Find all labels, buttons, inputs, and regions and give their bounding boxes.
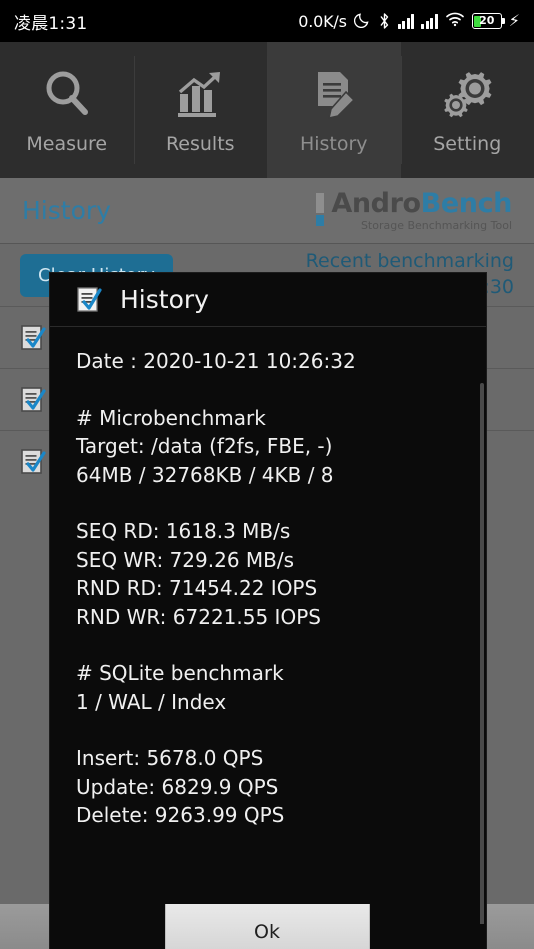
androbench-logo: AndroBench Storage Benchmarking Tool — [316, 190, 512, 232]
signal-bars-icon — [421, 13, 438, 29]
tab-setting-label: Setting — [433, 133, 502, 155]
document-pencil-icon — [306, 65, 362, 123]
dialog-line-micro-head: # Microbenchmark — [76, 405, 266, 430]
magnifier-icon — [39, 65, 95, 123]
moon-icon — [353, 11, 371, 32]
dialog-button-bar: Ok — [0, 904, 534, 949]
dialog-line-params: 64MB / 32768KB / 4KB / 8 — [76, 462, 334, 487]
signal-bars-icon — [397, 13, 415, 29]
tab-results-label: Results — [165, 133, 235, 155]
logo-tagline: Storage Benchmarking Tool — [360, 218, 512, 232]
gears-icon — [439, 65, 495, 123]
dialog-line-seq-rd: SEQ RD: 1618.3 MB/s — [76, 519, 291, 544]
dialog-line-date: Date : 2020-10-21 10:26:32 — [76, 349, 356, 373]
dialog-title: History — [120, 285, 209, 314]
dialog-line-seq-wr: SEQ WR: 729.26 MB/s — [76, 547, 295, 572]
dialog-header: History — [50, 273, 486, 327]
battery-icon: 20 — [471, 13, 505, 29]
dialog-body[interactable]: Date : 2020-10-21 10:26:32 # Microbenchm… — [50, 327, 486, 924]
dialog-line-target: Target: /data (f2fs, FBE, -) — [76, 434, 333, 459]
wifi-icon — [445, 11, 465, 31]
dialog-line-delete: Delete: 9263.99 QPS — [76, 803, 285, 828]
dialog-line-sqlite-head: # SQLite benchmark — [76, 661, 284, 686]
tab-setting[interactable]: Setting — [400, 42, 534, 178]
tab-history-label: History — [299, 133, 368, 155]
logo-text-andro: Andro — [331, 187, 421, 219]
bar-chart-arrow-icon — [172, 65, 228, 123]
battery-level-text: 20 — [479, 14, 495, 27]
tab-history[interactable]: History — [267, 42, 401, 178]
app-header: History AndroBench Storage Benchmarking … — [0, 178, 534, 244]
bluetooth-icon — [378, 12, 391, 30]
top-tab-bar: Measure Results History Setting — [0, 42, 534, 178]
dialog-line-sqlite-mode: 1 / WAL / Index — [76, 689, 227, 714]
document-check-icon — [20, 324, 46, 352]
ok-button[interactable]: Ok — [164, 904, 370, 949]
dialog-spacer — [76, 489, 460, 517]
tab-results[interactable]: Results — [133, 42, 268, 178]
dialog-spacer — [76, 631, 460, 659]
network-speed-text: 0.0K/s — [298, 11, 347, 31]
logo-marks-icon — [316, 190, 325, 226]
phone-screen: 凌晨1:31 0.0K/s 20 ⚡ Measure Results Histo… — [0, 0, 534, 949]
status-clock: 凌晨1:31 — [14, 13, 88, 34]
dialog-spacer — [76, 716, 460, 744]
dialog-line-insert: Insert: 5678.0 QPS — [76, 746, 264, 771]
document-check-icon — [20, 386, 46, 414]
dialog-line-update: Update: 6829.9 QPS — [76, 774, 279, 799]
dialog-spacer — [76, 375, 460, 403]
dialog-line-rnd-rd: RND RD: 71454.22 IOPS — [76, 576, 318, 601]
dialog-line-rnd-wr: RND WR: 67221.55 IOPS — [76, 604, 321, 629]
tab-measure[interactable]: Measure — [0, 42, 134, 178]
recent-benchmarking-label: Recent benchmarking — [305, 250, 514, 273]
history-detail-dialog: History Date : 2020-10-21 10:26:32 # Mic… — [50, 273, 486, 949]
scrollbar-thumb[interactable] — [480, 383, 484, 924]
dialog-scrollbar[interactable] — [480, 383, 484, 924]
status-bar: 凌晨1:31 0.0K/s 20 ⚡ — [0, 0, 534, 42]
tab-measure-label: Measure — [26, 133, 108, 155]
logo-text-bench: Bench — [420, 187, 513, 219]
document-check-icon — [76, 286, 102, 314]
document-check-icon — [20, 448, 46, 476]
page-title: History — [22, 196, 111, 225]
charging-bolt-icon: ⚡ — [508, 11, 520, 30]
